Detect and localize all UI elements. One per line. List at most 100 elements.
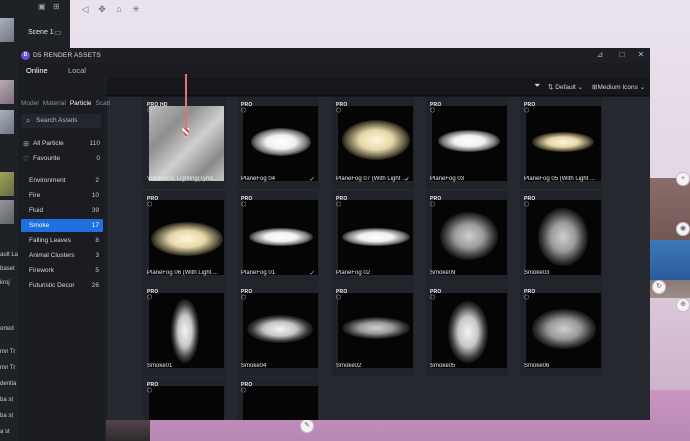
- tab-model[interactable]: Model: [21, 100, 39, 107]
- video-icon[interactable]: ▭: [54, 28, 62, 37]
- scene-thumbnail[interactable]: [0, 200, 14, 224]
- filter-favourite[interactable]: ♡ Favourite 0: [21, 152, 103, 165]
- asset-card[interactable]: PRO ⬡ Smoke05: [426, 284, 508, 376]
- viewport-rotate-button[interactable]: ↻: [652, 280, 666, 294]
- scene-label[interactable]: ba st: [0, 413, 13, 419]
- asset-thumbnail[interactable]: [243, 200, 318, 275]
- camera-icon[interactable]: ▣: [38, 2, 46, 11]
- viewport-zoom-button[interactable]: +: [676, 172, 690, 186]
- asset-card[interactable]: PRO ⬡ PlaneFog 01 ✓: [237, 191, 319, 283]
- scene-thumbnail[interactable]: [0, 110, 14, 134]
- nav-arrow-icon[interactable]: ◁: [78, 2, 92, 16]
- smoke-preview: [438, 130, 500, 152]
- category-item[interactable]: Futuristic Decor 26: [21, 279, 103, 292]
- asset-card[interactable]: PRO ⬡ Smoke06: [520, 284, 602, 376]
- tab-scatter[interactable]: Scatt: [96, 100, 111, 107]
- asset-card[interactable]: PRO ⬡ Smoke01: [143, 284, 225, 376]
- category-item[interactable]: Environment 2: [21, 174, 103, 187]
- scene-label[interactable]: ault La: [0, 252, 18, 258]
- asset-thumbnail[interactable]: [526, 293, 601, 368]
- scene-thumbnail[interactable]: [0, 172, 14, 196]
- move-icon[interactable]: ✥: [95, 2, 109, 16]
- tab-material[interactable]: Material: [43, 100, 66, 107]
- scene-title[interactable]: Scene 1: [28, 29, 54, 36]
- asset-card[interactable]: PRO ⬡ PlaneFog 07 (With Light N... ✓: [332, 97, 414, 189]
- view-dropdown[interactable]: ⊞Medium Icons ⌄: [592, 83, 645, 91]
- asset-thumbnail[interactable]: [243, 106, 318, 181]
- scene-thumbnail[interactable]: [0, 80, 14, 104]
- asset-card[interactable]: PRO ⬡ PlaneFog 06 (With Light ...: [143, 191, 225, 283]
- scene-label[interactable]: kroj: [0, 280, 10, 286]
- cube-icon: ⬡: [336, 202, 342, 208]
- scene-thumbnail[interactable]: [0, 18, 14, 42]
- maximize-icon[interactable]: □: [616, 50, 628, 59]
- tab-local[interactable]: Local: [68, 66, 86, 75]
- assets-window: D D5 RENDER ASSETS ⊿ □ ✕ Online Local ⏷ …: [18, 48, 650, 420]
- asset-thumbnail[interactable]: [432, 293, 507, 368]
- asset-card[interactable]: PRO ⬡ PlaneFog 05 (With Light ...: [520, 97, 602, 189]
- category-item[interactable]: Falling Leaves 8: [21, 234, 103, 247]
- sun-icon[interactable]: ✳: [129, 2, 143, 16]
- smoke-preview: [448, 301, 488, 363]
- search-input[interactable]: ⌕ Search Assets: [21, 114, 101, 128]
- viewport-edit-button[interactable]: ✎: [300, 419, 314, 433]
- category-item[interactable]: Smoke 17: [21, 219, 103, 232]
- add-scene-icon[interactable]: ⊞: [53, 2, 60, 11]
- asset-card[interactable]: PRO ⬡: [143, 377, 225, 420]
- category-item[interactable]: Animal Clusters 3: [21, 249, 103, 262]
- category-count: 10: [91, 192, 99, 199]
- sort-dropdown[interactable]: ⇅ Default ⌄: [548, 83, 583, 91]
- asset-thumbnail[interactable]: [149, 200, 224, 275]
- asset-name: PlaneFog 05 (With Light ...: [524, 176, 596, 182]
- smoke-preview: [171, 299, 199, 363]
- asset-card[interactable]: PRO ⬡ Smoke04: [237, 284, 319, 376]
- cube-icon: ⬡: [241, 108, 247, 114]
- pin-icon[interactable]: ⊿: [594, 50, 606, 59]
- category-item[interactable]: Fire 10: [21, 189, 103, 202]
- category-item[interactable]: Firework 5: [21, 264, 103, 277]
- asset-name: Smoke05: [430, 363, 456, 369]
- viewport-tool-button[interactable]: ⊕: [676, 298, 690, 312]
- asset-card[interactable]: PRO ⬡: [237, 377, 319, 420]
- asset-thumbnail[interactable]: [526, 106, 601, 181]
- asset-card[interactable]: PRO ⬡ PlaneFog 02: [332, 191, 414, 283]
- heart-icon: ♡: [22, 155, 30, 163]
- close-icon[interactable]: ✕: [635, 50, 647, 59]
- asset-thumbnail[interactable]: [432, 200, 507, 275]
- asset-card[interactable]: PRO ⬡ PlaneFog 03: [426, 97, 508, 189]
- asset-card[interactable]: PRO ⬡ PlaneFog 04 ✓: [237, 97, 319, 189]
- cube-icon: ⬡: [241, 202, 247, 208]
- scene-label[interactable]: mn Tr: [0, 349, 15, 355]
- asset-thumbnail[interactable]: [432, 106, 507, 181]
- asset-card[interactable]: PRO ⬡ Smoke03: [520, 191, 602, 283]
- camera-icon[interactable]: ⌂: [112, 2, 126, 16]
- asset-name: Smoke04: [241, 363, 267, 369]
- category-label: Falling Leaves: [29, 237, 71, 244]
- asset-thumbnail[interactable]: [338, 106, 413, 181]
- asset-card[interactable]: PRO ⬡ Smoke02: [332, 284, 414, 376]
- annotation-arrow: [182, 74, 190, 140]
- category-item[interactable]: Fluid 39: [21, 204, 103, 217]
- filter-icon[interactable]: ⏷: [534, 81, 540, 91]
- asset-thumbnail[interactable]: [338, 200, 413, 275]
- asset-thumbnail[interactable]: [243, 293, 318, 368]
- asset-thumbnail[interactable]: [243, 386, 318, 420]
- cube-icon: ⬡: [524, 108, 530, 114]
- asset-thumbnail[interactable]: [149, 293, 224, 368]
- scene-label[interactable]: mn Tr: [0, 365, 15, 371]
- asset-card[interactable]: PRO ⬡ Smoke09: [426, 191, 508, 283]
- scene-label[interactable]: dentia: [0, 381, 16, 387]
- asset-thumbnail[interactable]: [149, 386, 224, 420]
- scene-label[interactable]: ba st: [0, 397, 13, 403]
- tab-online[interactable]: Online: [26, 66, 48, 75]
- search-icon: ⌕: [26, 116, 31, 125]
- viewport-pan-button[interactable]: ◉: [676, 222, 690, 236]
- asset-name: PlaneFog 01: [241, 270, 276, 276]
- asset-thumbnail[interactable]: [338, 293, 413, 368]
- scene-label[interactable]: baset: [0, 266, 15, 272]
- tab-particle[interactable]: Particle: [70, 100, 92, 107]
- asset-thumbnail[interactable]: [526, 200, 601, 275]
- category-count: 2: [95, 177, 99, 184]
- scene-label[interactable]: a st: [0, 429, 10, 435]
- filter-all-particle[interactable]: ⊞ All Particle 110: [21, 137, 103, 150]
